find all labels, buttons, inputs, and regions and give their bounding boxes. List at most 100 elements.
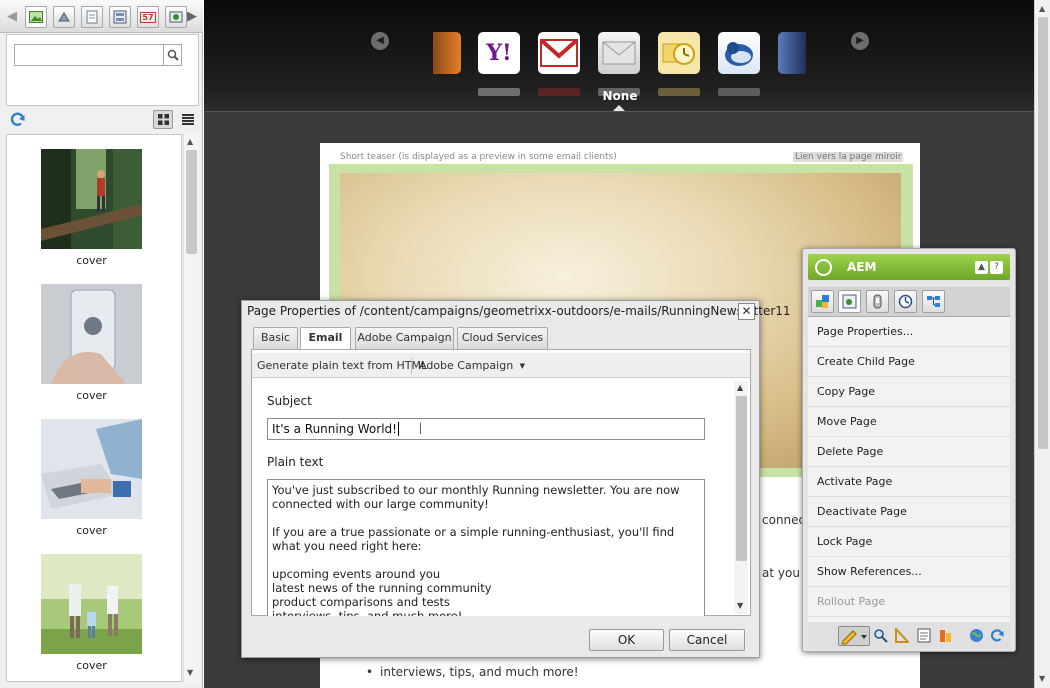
tabs-scroll-right-icon[interactable]: ▶ (185, 8, 199, 26)
asset-caption: cover (76, 524, 107, 537)
preview-mode-button[interactable] (872, 627, 889, 644)
scroll-up-icon[interactable]: ▲ (737, 383, 743, 392)
page-scrollbar[interactable]: ▲ ▼ (1034, 0, 1050, 688)
text-caret (397, 422, 399, 436)
yahoo-mail-icon[interactable]: Y! (478, 32, 520, 74)
asset-list-scrollbar[interactable]: ▲ ▼ (183, 134, 199, 682)
plain-text-label: Plain text (267, 455, 324, 469)
sidekick-help-button[interactable]: ? (990, 261, 1003, 274)
carousel-reflection (658, 88, 700, 96)
outlook-icon[interactable] (658, 32, 700, 74)
scrollbar-thumb[interactable] (1038, 17, 1048, 449)
arrow-left-icon: ◀ (376, 35, 384, 46)
calendar-tab[interactable]: 57 (137, 6, 159, 28)
versioning-icon (873, 294, 882, 309)
refresh-button[interactable] (9, 111, 27, 129)
list-view-icon (182, 114, 194, 125)
tab-basic[interactable]: Basic (253, 327, 298, 349)
sidekick-refresh-button[interactable] (989, 627, 1006, 644)
documents-tab[interactable] (81, 6, 103, 28)
asset-item[interactable]: cover (41, 419, 142, 537)
sidekick-tab-page[interactable] (838, 290, 861, 313)
activate-page-action[interactable]: Activate Page (808, 467, 1010, 497)
scrollbar-thumb[interactable] (186, 150, 197, 254)
tab-cloud-services[interactable]: Cloud Services (457, 327, 548, 349)
move-page-action[interactable]: Move Page (808, 407, 1010, 437)
calendar-icon: 57 (140, 11, 156, 23)
blue-client-icon[interactable] (778, 32, 806, 74)
delete-page-action[interactable]: Delete Page (808, 437, 1010, 467)
sidekick-title: AEM (847, 260, 877, 274)
flash-tab[interactable] (165, 6, 187, 28)
deactivate-page-action[interactable]: Deactivate Page (808, 497, 1010, 527)
sidekick-minimize-button[interactable]: ▲ (975, 261, 988, 274)
subject-field[interactable]: It's a Running World! (267, 418, 705, 440)
sidekick-tab-components[interactable] (811, 290, 834, 313)
product-icon (58, 12, 70, 22)
carousel-reflection (718, 88, 760, 96)
workflow-icon (898, 294, 913, 309)
text-cursor-icon: I (418, 419, 423, 438)
rollout-page-action: Rollout Page (808, 587, 1010, 617)
page-properties-action[interactable]: Page Properties... (808, 317, 1010, 347)
pages-tab[interactable] (109, 6, 131, 28)
site-structure-icon (927, 296, 940, 307)
dialog-close-button[interactable]: ✕ (738, 303, 755, 320)
asset-item[interactable]: cover (41, 554, 142, 672)
refresh-icon (990, 629, 1004, 642)
list-view-button[interactable] (179, 110, 197, 129)
page-icon (113, 10, 127, 24)
dialog-scrollbar[interactable]: ▲ ▼ (734, 381, 748, 614)
scaffolding-icon (940, 630, 951, 642)
tab-email[interactable]: Email (300, 327, 351, 350)
carousel-next-button[interactable]: ▶ (851, 32, 869, 50)
asset-item[interactable]: cover (41, 149, 142, 267)
scroll-up-icon[interactable]: ▲ (187, 137, 193, 146)
adobe-campaign-menu[interactable]: Adobe Campaign ▼ (419, 359, 525, 372)
asset-caption: cover (76, 389, 107, 402)
page-properties-button[interactable] (915, 627, 932, 644)
tabs-scroll-left-icon[interactable]: ◀ (5, 8, 19, 26)
sidekick-tab-workflow[interactable] (894, 290, 917, 313)
products-tab[interactable] (53, 6, 75, 28)
edit-mode-button[interactable] (838, 626, 870, 646)
sidekick-page-actions: Page Properties... Create Child Page Cop… (808, 317, 1010, 622)
search-button[interactable] (163, 44, 182, 66)
outlook-clock-icon (662, 43, 695, 65)
scaffolding-button[interactable] (937, 627, 954, 644)
mirror-page-link[interactable]: Lien vers la page miroir (793, 152, 904, 162)
cancel-button[interactable]: Cancel (669, 629, 745, 651)
components-icon (816, 295, 829, 308)
orange-client-icon[interactable] (433, 32, 461, 74)
grid-view-button[interactable] (153, 110, 173, 129)
search-input[interactable] (14, 44, 182, 66)
sidekick-tab-versioning[interactable] (866, 290, 889, 313)
lock-page-action[interactable]: Lock Page (808, 527, 1010, 557)
generate-plain-text-button[interactable]: Generate plain text from HTML (257, 359, 427, 372)
plain-text-area[interactable]: You've just subscribed to our monthly Ru… (267, 479, 705, 616)
scroll-down-icon[interactable]: ▼ (737, 601, 743, 610)
asset-thumbnail-smartphone (41, 284, 142, 384)
scroll-down-icon[interactable]: ▼ (187, 668, 193, 677)
thunderbird-icon[interactable] (718, 32, 760, 74)
asset-list: cover cover cover cover (6, 134, 182, 682)
images-tab[interactable] (25, 6, 47, 28)
asset-item[interactable]: cover (41, 284, 142, 402)
gmail-icon[interactable] (538, 32, 580, 74)
sidekick-tab-site-structure[interactable] (922, 290, 945, 313)
tab-adobe-campaign[interactable]: Adobe Campaign (355, 327, 454, 349)
carousel-prev-button[interactable]: ◀ (371, 32, 389, 50)
design-mode-button[interactable] (893, 627, 910, 644)
show-references-action[interactable]: Show References... (808, 557, 1010, 587)
refresh-icon (10, 112, 25, 126)
generic-mail-icon[interactable] (598, 32, 640, 74)
scrollbar-thumb[interactable] (736, 396, 747, 561)
ok-button[interactable]: OK (589, 629, 664, 651)
sites-admin-button[interactable] (968, 627, 985, 644)
page-icon (842, 294, 857, 309)
copy-page-action[interactable]: Copy Page (808, 377, 1010, 407)
email-teaser[interactable]: Short teaser (is displayed as a preview … (340, 152, 617, 162)
scroll-down-icon[interactable]: ▼ (1039, 674, 1045, 683)
create-child-page-action[interactable]: Create Child Page (808, 347, 1010, 377)
scroll-up-icon[interactable]: ▲ (1039, 4, 1045, 13)
